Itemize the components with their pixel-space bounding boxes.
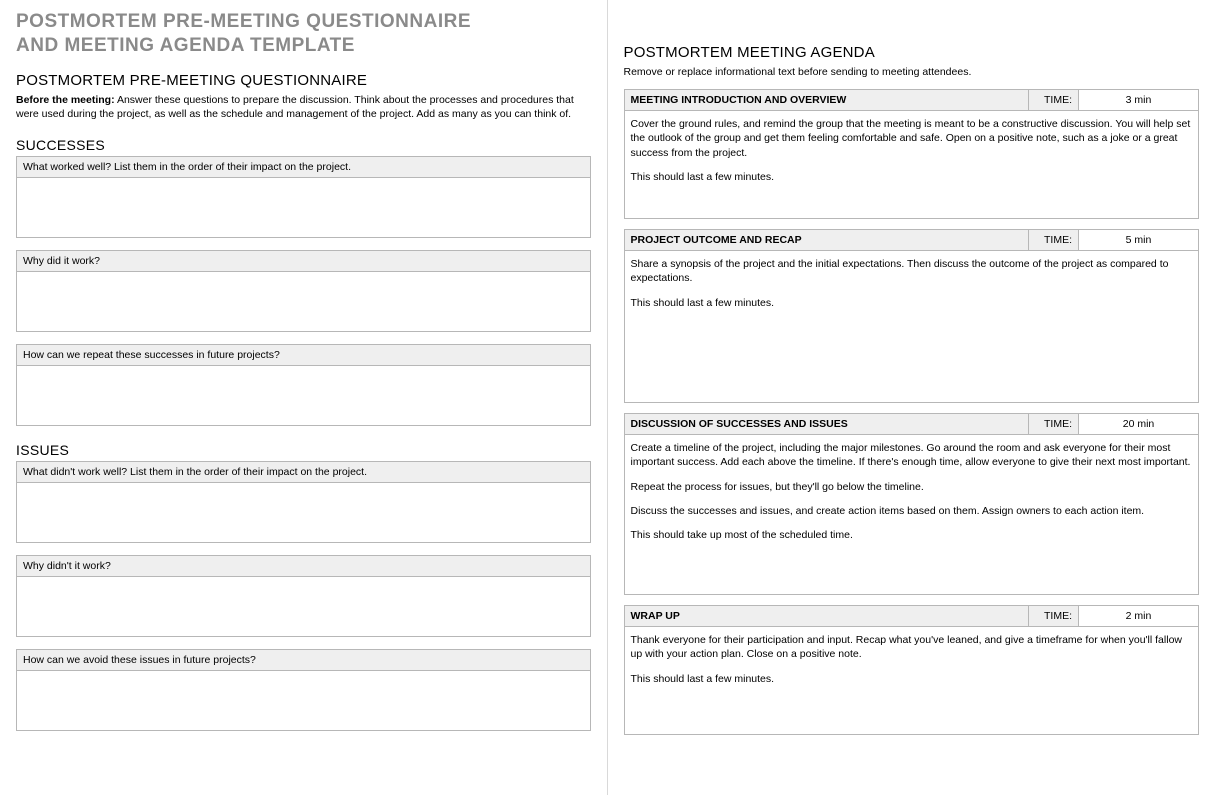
q2-head: Why did it work? [16,250,591,272]
agenda-block-intro: MEETING INTRODUCTION AND OVERVIEW TIME: … [624,89,1200,219]
agenda-p1: Thank everyone for their participation a… [631,633,1193,661]
agenda-head: PROJECT OUTCOME AND RECAP TIME: 5 min [624,229,1200,251]
agenda-p2: This should last a few minutes. [631,296,1193,310]
agenda-head: WRAP UP TIME: 2 min [624,605,1200,627]
time-label: TIME: [1028,606,1078,626]
agenda-subtitle: POSTMORTEM MEETING AGENDA [624,44,1200,61]
q5-head: Why didn't it work? [16,555,591,577]
agenda-label: WRAP UP [625,606,1029,626]
q1-body[interactable] [16,178,591,238]
agenda-body[interactable]: Create a timeline of the project, includ… [624,435,1200,595]
time-value[interactable]: 5 min [1078,230,1198,250]
q3-body[interactable] [16,366,591,426]
agenda-p1: Create a timeline of the project, includ… [631,441,1193,469]
agenda-label: DISCUSSION OF SUCCESSES AND ISSUES [625,414,1029,434]
agenda-block-recap: PROJECT OUTCOME AND RECAP TIME: 5 min Sh… [624,229,1200,403]
agenda-block-wrapup: WRAP UP TIME: 2 min Thank everyone for t… [624,605,1200,735]
main-title-line1: POSTMORTEM PRE-MEETING QUESTIONNAIRE [16,10,591,34]
q4-body[interactable] [16,483,591,543]
agenda-label: PROJECT OUTCOME AND RECAP [625,230,1029,250]
time-value[interactable]: 2 min [1078,606,1198,626]
agenda-body[interactable]: Cover the ground rules, and remind the g… [624,111,1200,219]
time-label: TIME: [1028,230,1078,250]
agenda-body[interactable]: Share a synopsis of the project and the … [624,251,1200,403]
q5-body[interactable] [16,577,591,637]
q4-head: What didn't work well? List them in the … [16,461,591,483]
questionnaire-subtitle: POSTMORTEM PRE-MEETING QUESTIONNAIRE [16,72,591,89]
issues-heading: ISSUES [16,442,591,458]
before-label: Before the meeting: [16,94,115,106]
agenda-head: MEETING INTRODUCTION AND OVERVIEW TIME: … [624,89,1200,111]
agenda-p1: Share a synopsis of the project and the … [631,257,1193,285]
main-title-line2: AND MEETING AGENDA TEMPLATE [16,34,591,58]
q6-head: How can we avoid these issues in future … [16,649,591,671]
main-title: POSTMORTEM PRE-MEETING QUESTIONNAIRE AND… [16,10,591,58]
time-value[interactable]: 3 min [1078,90,1198,110]
right-page: POSTMORTEM MEETING AGENDA Remove or repl… [608,0,1215,795]
agenda-p2: This should last a few minutes. [631,170,1193,184]
before-meeting-instructions: Before the meeting: Answer these questio… [16,93,591,121]
agenda-p1: Cover the ground rules, and remind the g… [631,117,1193,160]
q2-body[interactable] [16,272,591,332]
left-page: POSTMORTEM PRE-MEETING QUESTIONNAIRE AND… [0,0,608,795]
q1-head: What worked well? List them in the order… [16,156,591,178]
agenda-label: MEETING INTRODUCTION AND OVERVIEW [625,90,1029,110]
agenda-p3: Discuss the successes and issues, and cr… [631,504,1193,518]
agenda-p2: Repeat the process for issues, but they'… [631,480,1193,494]
agenda-instructions: Remove or replace informational text bef… [624,65,1200,79]
successes-heading: SUCCESSES [16,137,591,153]
agenda-head: DISCUSSION OF SUCCESSES AND ISSUES TIME:… [624,413,1200,435]
time-label: TIME: [1028,414,1078,434]
agenda-block-discussion: DISCUSSION OF SUCCESSES AND ISSUES TIME:… [624,413,1200,595]
agenda-body[interactable]: Thank everyone for their participation a… [624,627,1200,735]
q3-head: How can we repeat these successes in fut… [16,344,591,366]
time-value[interactable]: 20 min [1078,414,1198,434]
agenda-p2: This should last a few minutes. [631,672,1193,686]
agenda-p4: This should take up most of the schedule… [631,528,1193,542]
q6-body[interactable] [16,671,591,731]
time-label: TIME: [1028,90,1078,110]
